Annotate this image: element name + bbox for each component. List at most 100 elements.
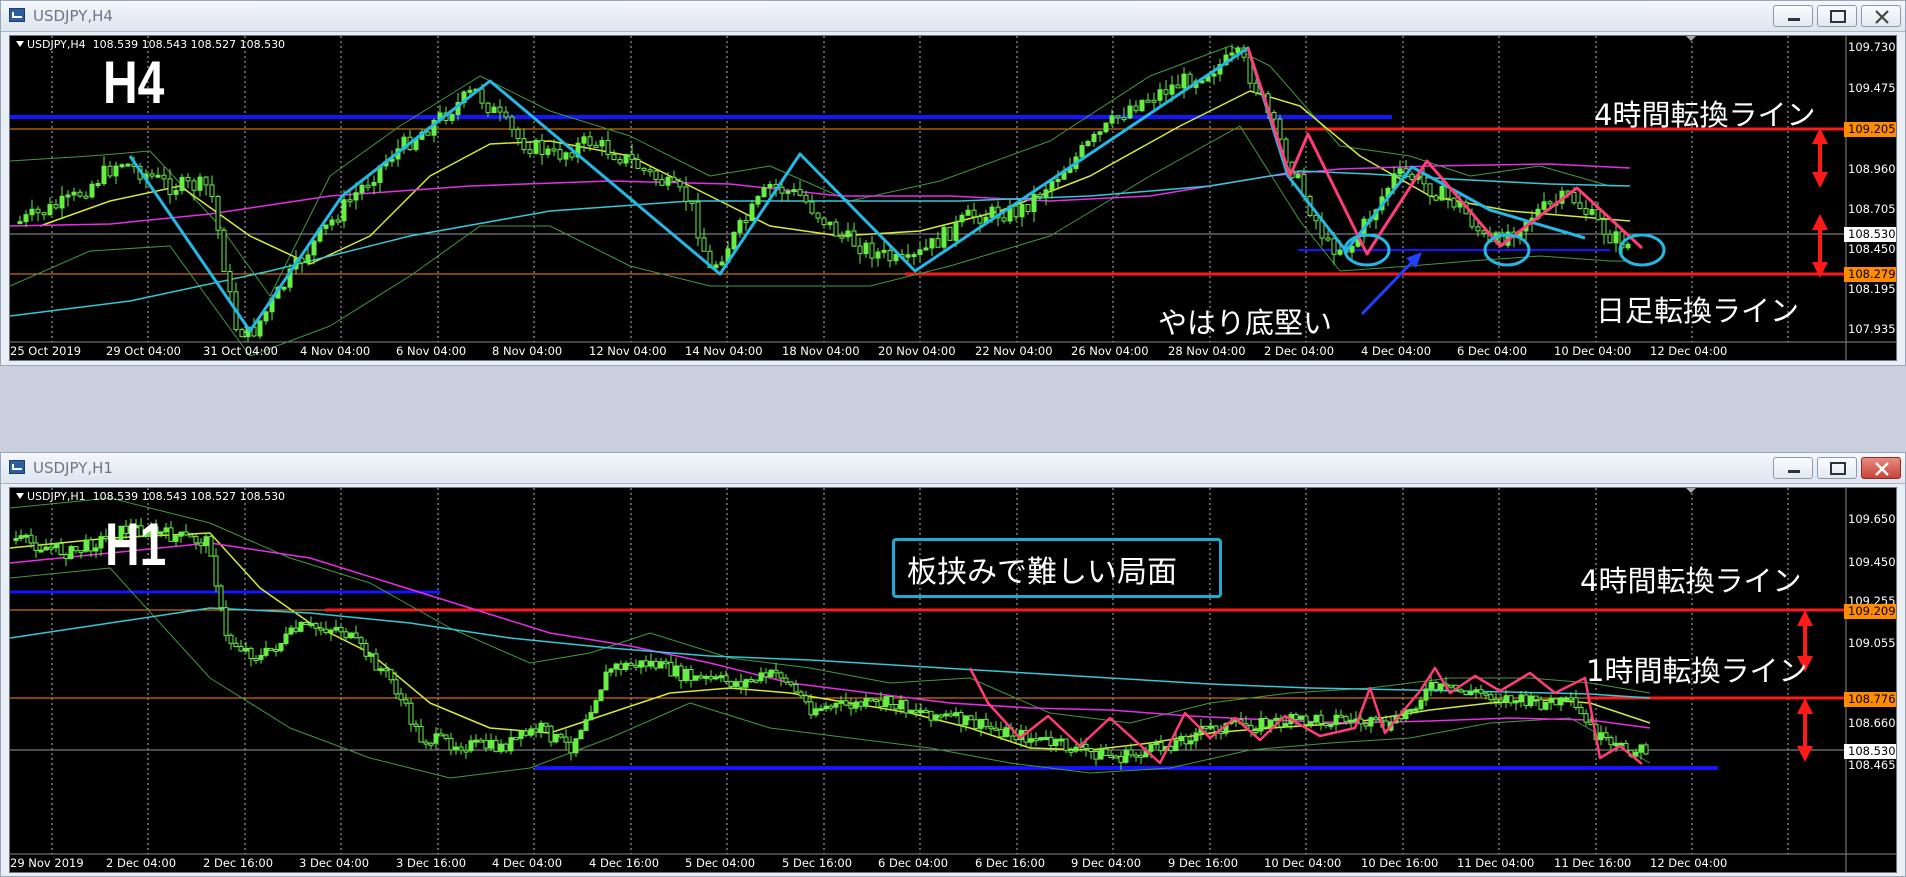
title-bar-h4[interactable]: USDJPY,H4 — [1, 1, 1905, 32]
candle — [359, 184, 365, 194]
candle — [425, 131, 431, 136]
time-label: 4 Nov 04:00 — [300, 344, 371, 358]
minimize-button[interactable] — [1773, 5, 1813, 27]
candle — [563, 152, 569, 160]
candle — [473, 739, 479, 743]
candle — [408, 702, 414, 725]
candle — [1157, 89, 1163, 101]
candle — [1175, 84, 1181, 89]
candle — [935, 238, 941, 248]
candle — [1418, 699, 1424, 710]
candle — [188, 534, 194, 538]
candle — [1408, 708, 1414, 712]
candle — [839, 235, 845, 239]
time-label: 10 Dec 04:00 — [1554, 344, 1632, 358]
candle — [1488, 694, 1494, 701]
candle — [647, 169, 653, 173]
candle — [1577, 202, 1583, 210]
candle — [273, 649, 279, 653]
candle — [101, 165, 107, 185]
collapse-triangle-icon[interactable] — [16, 493, 24, 499]
time-label: 5 Dec 04:00 — [685, 856, 756, 870]
minimize-button[interactable] — [1773, 457, 1813, 479]
candle — [125, 163, 131, 167]
time-label: 12 Nov 04:00 — [589, 344, 667, 358]
maximize-icon — [1830, 462, 1846, 475]
price-label: 109.730 — [1848, 40, 1896, 54]
maximize-button[interactable] — [1817, 457, 1857, 479]
candle — [263, 311, 269, 322]
candle — [73, 546, 79, 552]
candle — [809, 201, 815, 214]
candle — [1583, 208, 1589, 215]
candle — [341, 199, 347, 222]
candle — [983, 718, 989, 728]
candle — [1518, 694, 1524, 702]
time-label: 31 Oct 04:00 — [203, 344, 278, 358]
candle — [378, 668, 384, 672]
candle — [508, 737, 514, 752]
candle — [713, 676, 719, 680]
price-badge-4h-line: 109.209 — [1844, 604, 1896, 619]
candle — [1153, 741, 1159, 746]
candle — [1368, 717, 1374, 727]
candle — [869, 242, 875, 259]
maximize-icon — [1830, 10, 1846, 23]
candle — [347, 199, 353, 203]
candle — [1037, 193, 1043, 198]
candle — [1188, 740, 1194, 745]
candle — [1473, 689, 1479, 693]
candle — [629, 153, 635, 161]
candle — [1313, 714, 1319, 723]
candle — [688, 669, 694, 681]
candle — [338, 627, 344, 633]
maximize-button[interactable] — [1817, 5, 1857, 27]
candle — [1079, 144, 1085, 158]
price-label: 108.660 — [1848, 716, 1896, 730]
candle — [749, 203, 755, 222]
candle — [479, 88, 485, 104]
candle — [1253, 730, 1259, 734]
collapse-triangle-icon[interactable] — [16, 41, 24, 47]
candle — [815, 212, 821, 219]
low-circle — [1618, 233, 1666, 267]
price-label: 108.705 — [1848, 202, 1896, 216]
time-label: 10 Dec 04:00 — [1264, 856, 1342, 870]
candle — [788, 681, 794, 686]
candle — [368, 653, 374, 657]
close-button[interactable] — [1861, 457, 1901, 479]
candle — [963, 715, 969, 726]
candle — [258, 654, 264, 660]
title-bar-h1[interactable]: USDJPY,H1 — [1, 453, 1905, 484]
candle — [593, 144, 599, 148]
candle — [1025, 204, 1031, 212]
chart-area-h4[interactable]: USDJPY,H4 108.539 108.543 108.527 108.53… — [9, 35, 1897, 361]
candle — [493, 739, 499, 752]
candle — [1063, 738, 1069, 751]
annotation-daily-line: 日足転換ライン — [1596, 294, 1800, 328]
candle — [813, 708, 819, 716]
candle — [388, 669, 394, 681]
candle — [449, 114, 455, 122]
candle — [1438, 683, 1444, 691]
candle — [613, 663, 619, 670]
candle — [1498, 699, 1504, 703]
candle — [228, 634, 234, 644]
close-button[interactable] — [1861, 5, 1901, 27]
candle — [1303, 715, 1309, 725]
chart-window-h4: USDJPY,H4 USDJPY,H4 108.539 108.543 108.… — [0, 0, 1906, 366]
candle — [483, 740, 489, 749]
candle — [1003, 727, 1009, 738]
candle — [1133, 754, 1139, 758]
candle — [113, 165, 119, 177]
candle — [1328, 724, 1334, 728]
candle — [959, 214, 965, 223]
candle — [1333, 714, 1339, 726]
candle — [243, 647, 249, 652]
candle — [1571, 191, 1577, 204]
time-label: 4 Dec 04:00 — [492, 856, 563, 870]
candle — [238, 646, 244, 652]
candle — [83, 539, 89, 552]
candle — [1158, 741, 1164, 752]
chart-area-h1[interactable]: USDJPY,H1 108.539 108.543 108.527 108.53… — [9, 487, 1897, 873]
